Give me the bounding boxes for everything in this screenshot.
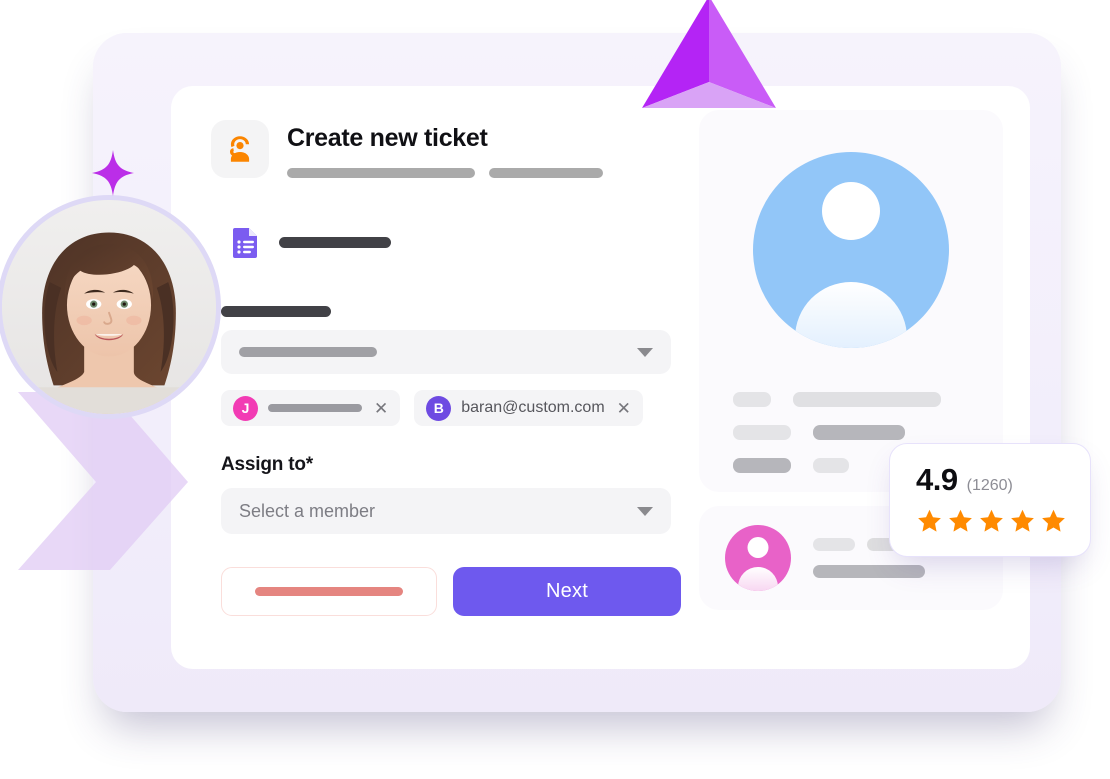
four-point-star-icon [92, 150, 134, 196]
chip-redacted-bar [268, 404, 362, 412]
subtitle-placeholder-bars [287, 168, 603, 178]
form-actions: Next [221, 567, 691, 616]
placeholder-bar-left [733, 392, 771, 407]
chip-avatar: B [426, 395, 452, 421]
next-button[interactable]: Next [453, 567, 681, 616]
avatar-head [822, 182, 880, 240]
rating-count: (1260) [966, 477, 1013, 494]
close-icon[interactable]: ✕ [372, 400, 388, 417]
placeholder-bar-left [733, 458, 791, 473]
app-logo [211, 120, 269, 178]
form-header: Create new ticket [211, 120, 691, 178]
close-icon[interactable]: ✕ [615, 400, 631, 417]
profile-card [699, 110, 1003, 492]
category-select[interactable] [221, 330, 671, 374]
assign-to-placeholder: Select a member [239, 500, 376, 521]
cancel-button-label-bar [255, 587, 403, 596]
form-title-block: Create new ticket [287, 120, 603, 178]
profile-column [691, 86, 1030, 669]
user-avatar-icon [725, 525, 791, 591]
chip-avatar: J [233, 395, 258, 421]
rating-score: 4.9 [916, 462, 958, 497]
avatar-body [738, 567, 778, 591]
user-avatar-icon [753, 152, 949, 348]
chevron-down-icon [637, 506, 653, 516]
screenshot-stage: Create new ticket J ✕ B baran@custom.com… [0, 0, 1110, 779]
star-icon [1011, 509, 1034, 532]
document-field-row [233, 226, 691, 258]
placeholder-row [813, 565, 937, 578]
support-agent-icon [230, 136, 250, 162]
star-icon [980, 509, 1003, 532]
star-icon [949, 509, 972, 532]
chevron-down-icon [637, 347, 653, 357]
placeholder-bar [813, 565, 925, 578]
recipient-chips: J ✕ B baran@custom.com ✕ [221, 390, 691, 426]
create-ticket-form: Create new ticket J ✕ B baran@custom.com… [171, 86, 691, 669]
field-label-bar [221, 306, 331, 317]
document-value-bar [279, 236, 391, 248]
portrait-illustration [2, 200, 216, 414]
placeholder-bar-right [793, 392, 941, 407]
rating-summary: 4.9 (1260) [916, 462, 1090, 498]
subtitle-bar-1 [287, 168, 475, 178]
woman-portrait-photo [0, 195, 221, 419]
recipient-chip[interactable]: J ✕ [221, 390, 401, 426]
placeholder-bar [813, 538, 855, 551]
placeholder-bar-left [733, 425, 791, 440]
star-rating [916, 508, 1090, 534]
star-icon [918, 509, 941, 532]
assign-to-label: Assign to* [221, 454, 313, 475]
avatar-body [795, 282, 907, 348]
subtitle-bar-2 [489, 168, 603, 178]
field-label-placeholder [221, 306, 691, 317]
placeholder-bar-right [813, 458, 849, 473]
cancel-button[interactable] [221, 567, 437, 616]
assign-to-select[interactable]: Select a member [221, 488, 671, 534]
pyramid-arrow-icon [642, 0, 776, 108]
recipient-chip[interactable]: B baran@custom.com ✕ [414, 390, 643, 426]
page-title: Create new ticket [287, 124, 488, 152]
rating-card: 4.9 (1260) [889, 443, 1091, 557]
category-value-bar [239, 347, 377, 357]
placeholder-bar-right [813, 425, 905, 440]
document-list-icon [233, 228, 257, 258]
placeholder-row [733, 425, 969, 440]
placeholder-row [733, 392, 969, 407]
chip-email-label: baran@custom.com [461, 399, 605, 416]
star-icon [1042, 509, 1065, 532]
app-board: Create new ticket J ✕ B baran@custom.com… [171, 86, 1030, 669]
avatar-head [747, 537, 769, 558]
